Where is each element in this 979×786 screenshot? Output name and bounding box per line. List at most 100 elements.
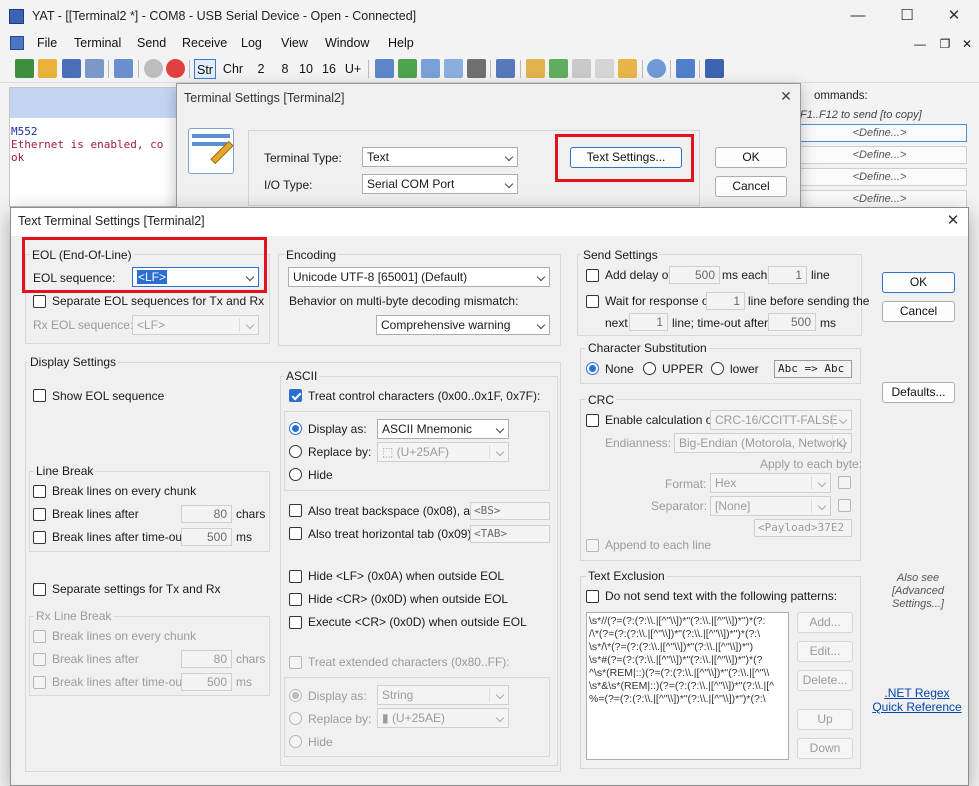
endianness-select[interactable]: Big-Endian (Motorola, Network) — [674, 433, 852, 453]
break-timeout-checkbox[interactable] — [33, 531, 46, 544]
exec-cr-checkbox[interactable] — [289, 616, 302, 629]
radix-bin-button[interactable]: 2 — [253, 59, 269, 79]
radix-string-button[interactable]: Str — [194, 59, 216, 79]
list-item[interactable]: \s*#(?=(?:(?:\\.|[^"\\])*"(?:\\.|[^"\\])… — [589, 654, 762, 666]
log-off-icon[interactable] — [572, 59, 591, 78]
predefined-command-button[interactable]: <Define...> — [792, 190, 967, 208]
menu-view[interactable]: View — [281, 36, 308, 50]
text-settings-button[interactable]: Text Settings... — [570, 147, 682, 168]
radix-unicode-button[interactable]: U+ — [342, 59, 364, 79]
next-input[interactable]: 1 — [629, 313, 668, 331]
ext-hide-radio[interactable] — [289, 735, 302, 748]
move-down-button[interactable]: Down — [797, 738, 853, 759]
menu-send[interactable]: Send — [137, 36, 166, 50]
list-item[interactable]: ^\s*(REM|::)(?=(?:(?:\\.|[^"\\])*"(?:\\.… — [589, 667, 769, 679]
separate-txrx-checkbox[interactable] — [33, 583, 46, 596]
hide-cr-checkbox[interactable] — [289, 593, 302, 606]
break-after-input[interactable]: 80 — [181, 505, 232, 523]
list-item[interactable]: \s*&\s*(REM|::)(?=(?:(?:\\.|[^"\\])*"(?:… — [589, 680, 774, 692]
predefined-icon[interactable] — [375, 59, 394, 78]
mdi-minimize-icon[interactable]: — — [910, 35, 930, 53]
radix-hex-button[interactable]: 16 — [319, 59, 339, 79]
delay-input[interactable]: 500 — [669, 266, 720, 284]
backspace-input[interactable]: <BS> — [470, 502, 550, 520]
log-edit-icon[interactable] — [526, 59, 545, 78]
replace-by-radio[interactable] — [289, 445, 302, 458]
htab-checkbox[interactable] — [289, 527, 302, 540]
display-as-select[interactable]: ASCII Mnemonic — [377, 419, 509, 439]
open-port-icon[interactable] — [144, 59, 163, 78]
document-icon[interactable] — [10, 36, 24, 50]
menu-terminal[interactable]: Terminal — [74, 36, 121, 50]
send-icon[interactable] — [398, 59, 417, 78]
rx-break-after-input[interactable]: 80 — [181, 650, 232, 668]
defaults-button[interactable]: Defaults... — [882, 382, 955, 403]
menu-log[interactable]: Log — [241, 36, 262, 50]
ext-display-as-radio[interactable] — [289, 689, 302, 702]
ext-display-as-select[interactable]: String — [377, 685, 509, 705]
save-all-icon[interactable] — [85, 59, 104, 78]
terminal-type-select[interactable]: Text — [362, 147, 518, 167]
regex-reference-link[interactable]: .NET Regex Quick Reference — [872, 686, 962, 714]
none-radio[interactable] — [586, 362, 599, 375]
wait-for-checkbox[interactable] — [586, 295, 599, 308]
menu-file[interactable]: File — [37, 36, 57, 50]
edit-pattern-button[interactable]: Edit... — [797, 641, 853, 662]
rx-break-timeout-checkbox[interactable] — [33, 676, 46, 689]
radix-char-button[interactable]: Chr — [220, 59, 246, 79]
monitor-split-icon[interactable] — [444, 59, 463, 78]
minimize-icon[interactable]: — — [846, 6, 870, 26]
menu-help[interactable]: Help — [388, 36, 414, 50]
save-icon[interactable] — [62, 59, 81, 78]
mdi-close-icon[interactable]: ✕ — [957, 35, 977, 53]
print-icon[interactable] — [467, 59, 486, 78]
separator-each-byte-checkbox[interactable] — [838, 499, 851, 512]
list-item[interactable]: \s*/\*(?=(?:(?:\\.|[^"\\])*"(?:\\.|[^"\\… — [589, 641, 753, 653]
encoding-select[interactable]: Unicode UTF-8 [65001] (Default) — [288, 267, 550, 287]
auto-response-icon[interactable] — [676, 59, 695, 78]
enable-crc-checkbox[interactable] — [586, 414, 599, 427]
log-folder-icon[interactable] — [618, 59, 637, 78]
ext-replace-by-select[interactable]: ▮ (U+25AE) — [377, 708, 509, 728]
list-item[interactable]: \s*//(?=(?:(?:\\.|[^"\\])*"(?:\\.|[^"\\]… — [589, 615, 765, 627]
break-chunk-checkbox[interactable] — [33, 485, 46, 498]
log-on-icon[interactable] — [549, 59, 568, 78]
maximize-icon[interactable]: ☐ — [895, 6, 919, 26]
cancel-button[interactable]: Cancel — [715, 176, 787, 197]
rx-break-chunk-checkbox[interactable] — [33, 630, 46, 643]
rx-break-timeout-input[interactable]: 500 — [181, 673, 232, 691]
lower-radio[interactable] — [711, 362, 724, 375]
extended-checkbox[interactable] — [289, 656, 302, 669]
rx-break-after-checkbox[interactable] — [33, 653, 46, 666]
list-item[interactable]: /\*(?=(?:(?:\\.|[^"\\])*"(?:\\.|[^"\\])*… — [589, 628, 760, 640]
each-line-input[interactable]: 1 — [768, 266, 807, 284]
hide-radio[interactable] — [289, 468, 302, 481]
move-up-button[interactable]: Up — [797, 709, 853, 730]
add-pattern-button[interactable]: Add... — [797, 612, 853, 633]
ok-button[interactable]: OK — [715, 147, 787, 168]
close-icon[interactable]: ✕ — [942, 6, 966, 26]
predefined-command-button[interactable]: <Define...> — [792, 124, 967, 142]
separate-eol-checkbox[interactable] — [33, 295, 46, 308]
break-timeout-input[interactable]: 500 — [181, 528, 232, 546]
rx-eol-select[interactable]: <LF> — [132, 315, 259, 335]
upper-radio[interactable] — [643, 362, 656, 375]
predefined-command-button[interactable]: <Define...> — [792, 168, 967, 186]
menu-window[interactable]: Window — [325, 36, 369, 50]
show-eol-checkbox[interactable] — [33, 389, 46, 402]
wait-input[interactable]: 1 — [706, 292, 745, 310]
cancel-button[interactable]: Cancel — [882, 301, 955, 322]
log-clear-icon[interactable] — [595, 59, 614, 78]
add-delay-checkbox[interactable] — [586, 269, 599, 282]
monitor-icon[interactable] — [421, 59, 440, 78]
settings-icon[interactable] — [114, 59, 133, 78]
format-select[interactable]: Hex — [710, 473, 831, 493]
break-after-checkbox[interactable] — [33, 508, 46, 521]
find-icon[interactable] — [496, 59, 515, 78]
menu-receive[interactable]: Receive — [182, 36, 227, 50]
append-each-line-checkbox[interactable] — [586, 539, 599, 552]
close-icon[interactable]: ✕ — [942, 211, 964, 231]
new-terminal-icon[interactable] — [15, 59, 34, 78]
mismatch-select[interactable]: Comprehensive warning — [376, 315, 550, 335]
crc-algorithm-select[interactable]: CRC-16/CCITT-FALSE — [710, 410, 852, 430]
